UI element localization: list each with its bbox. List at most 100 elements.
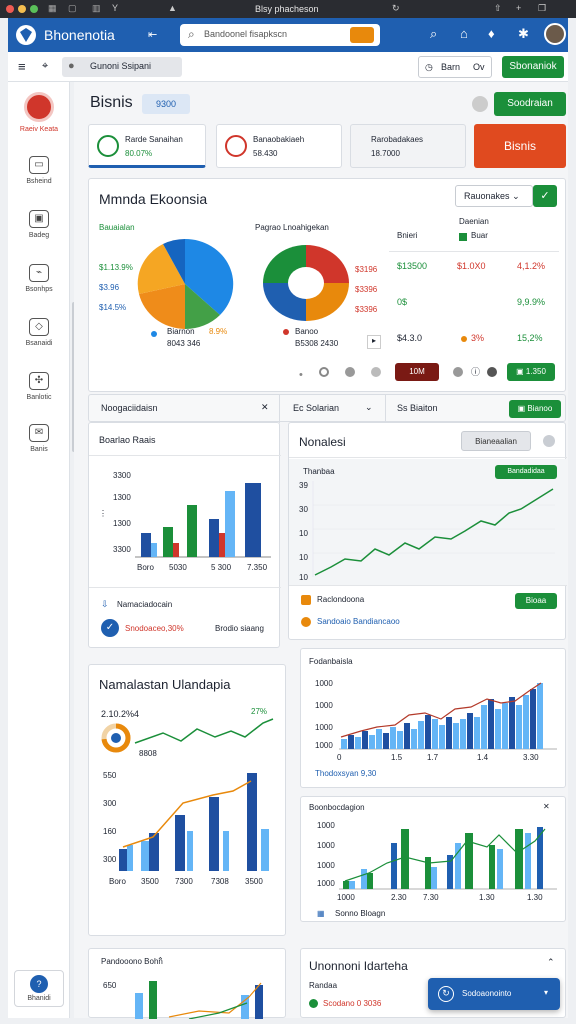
avatar[interactable] <box>544 23 566 45</box>
legend-dot <box>283 329 289 335</box>
search-input[interactable]: Bandoonel fisapkscn <box>204 29 287 39</box>
table-cell: 9,9.9% <box>517 297 546 307</box>
close-icon[interactable]: ✕ <box>543 802 550 811</box>
settings-icon[interactable]: ✱ <box>518 26 529 42</box>
chevron-down-icon[interactable]: ⌄ <box>365 402 373 413</box>
sidebar-item-home[interactable]: Raeiv Keata <box>14 92 64 133</box>
info-icon[interactable] <box>543 435 555 447</box>
home-badge-icon <box>24 92 54 122</box>
share-icon[interactable]: ⇧ <box>494 3 502 14</box>
puzzle-icon: ✣ <box>29 372 49 390</box>
pie2-value: $3196 <box>355 265 378 274</box>
home-icon[interactable]: ⌂ <box>460 26 468 41</box>
table-col-header: Bnieri <box>397 231 418 240</box>
sidebar-item-network[interactable]: ✣ Banlotic <box>14 372 64 401</box>
bar <box>245 483 261 557</box>
app-menu-icon[interactable]: Y <box>112 3 118 13</box>
header-action-button[interactable]: Soodraian <box>494 92 566 116</box>
kpi-card[interactable]: Rarde Sanaihan 80.07% <box>88 124 206 168</box>
sidebar-bottom-button[interactable]: ? Bhanidi <box>14 970 64 1007</box>
app-name: Bhonenotia <box>44 27 115 43</box>
chevron-up-icon[interactable]: ⌃ <box>157 956 164 965</box>
area-chart-card: Fodanbaisla 1000 1000 1000 1000 0 1.5 1.… <box>300 648 566 788</box>
back-arrow-icon[interactable]: ⇤ <box>148 28 157 41</box>
workspace-dropdown[interactable]: ● Gunoni Ssipani <box>62 57 182 77</box>
kpi-highlight-card[interactable]: Bisnis <box>474 124 566 168</box>
area-bar-chart <box>339 682 557 750</box>
square-icon[interactable]: ▢ <box>68 3 77 14</box>
main-content: Bisnis 9300 Soodraian Rarde Sanaihan 80.… <box>74 82 568 1019</box>
workspace-label: Gunoni Ssipani <box>90 61 152 71</box>
refresh-icon: ↻ <box>438 986 454 1002</box>
new-tab-icon[interactable]: + <box>516 3 521 13</box>
info-icon[interactable]: ⓘ <box>471 365 480 378</box>
search-icon[interactable]: ⌕ <box>430 26 437 42</box>
grid-icon[interactable]: ▦ <box>48 3 57 14</box>
page-badge: 9300 <box>142 94 190 114</box>
kpi-card[interactable]: Banaobakiaeh 58.430 <box>216 124 342 168</box>
bar-chart-card: Boarlao Raais 3300 1300 1300 3300 ⋮ Boro… <box>88 422 281 648</box>
reload-icon[interactable]: ↻ <box>392 3 400 14</box>
carousel-dot[interactable] <box>371 367 381 377</box>
window-title: Blsy phacheson <box>255 4 319 14</box>
chat-icon: ▭ <box>29 156 49 174</box>
toggle-dot[interactable] <box>453 367 463 377</box>
pie1-value: $1.13.9% <box>99 263 133 272</box>
sidebar-item-security[interactable]: ◇ Bsanaidi <box>14 318 64 347</box>
section-tab[interactable]: Ec Solarian <box>293 403 339 413</box>
expand-icon[interactable]: ▸ <box>367 335 381 349</box>
table-cell: $4.3.0 <box>397 333 423 343</box>
search-bar[interactable]: ⌕ Bandoonel fisapkscn <box>180 24 380 46</box>
combo-chart-card: Boonbocdagion ✕ 1000 1000 1000 1000 1000… <box>300 796 566 922</box>
notifications-icon[interactable]: ♦ <box>488 26 495 41</box>
section-action-button[interactable]: ▣ Bianoo <box>509 400 561 418</box>
table-action-button[interactable]: ▣ 1.350 <box>507 363 555 381</box>
close-window-icon[interactable] <box>6 5 14 13</box>
sidebar-item-analytics[interactable]: ⌁ Bsonhps <box>14 264 64 293</box>
chevron-down-icon: ⌄ <box>512 191 520 201</box>
table-cell: 4,1.2% <box>517 261 546 271</box>
carousel-dot[interactable]: • <box>299 369 303 381</box>
primary-action-button[interactable]: Sbonaniok <box>502 56 564 78</box>
combo-card-title: Boonbocdagion <box>309 803 365 812</box>
section-tab[interactable]: Noogaciidaisn <box>101 403 158 413</box>
area-card-footer: Thodoxsyan 9,30 <box>315 769 377 778</box>
trend-card: Namalastan Ulandapia 2.10.2%4 27% 8808 5… <box>88 664 286 936</box>
maximize-window-icon[interactable] <box>30 5 38 13</box>
kpi-card[interactable]: Rarobadakaes 18.7000 <box>350 124 466 168</box>
line-card-button[interactable]: Bianeaalian <box>461 431 531 451</box>
bar <box>151 543 157 557</box>
tabs-icon[interactable]: ❐ <box>538 3 546 14</box>
overview-select[interactable]: Rauonakes ⌄ <box>455 185 533 207</box>
section-tab[interactable]: Ss Biaiton <box>397 403 438 413</box>
info-icon[interactable] <box>472 96 488 112</box>
close-icon[interactable]: ✕ <box>261 402 269 413</box>
line-chart-card: Nonalesi Bianeaalian Thanbaa Bandadidaa … <box>288 422 567 640</box>
sidebar-item-budget[interactable]: ▣ Badeg <box>14 210 64 239</box>
confirm-button[interactable]: ✓ <box>533 185 557 207</box>
pin-icon[interactable]: ⌖ <box>42 60 48 73</box>
shield-icon: ◇ <box>29 318 49 336</box>
overview-title: Mmnda Ekoonsia <box>99 191 208 207</box>
line-series <box>314 488 554 576</box>
floating-action-button[interactable]: ↻ Sodoaonointo ▾ <box>428 978 560 1010</box>
footer-right-title: Unonnoni Idarteha <box>309 959 408 973</box>
table-badge[interactable]: 10M <box>395 363 439 381</box>
sidebar: Raeiv Keata ▭ Bsheind ▣ Badeg ⌁ Bsonhps ◇ Bs… <box>8 82 76 1018</box>
carousel-dot[interactable] <box>345 367 355 377</box>
search-icon: ⌕ <box>188 27 195 41</box>
minimize-window-icon[interactable] <box>18 5 26 13</box>
search-submit-button[interactable] <box>350 27 374 43</box>
status-dot <box>301 617 311 627</box>
sidebar-toggle-icon[interactable]: ▥ <box>92 3 101 14</box>
filter-select[interactable]: ◷ Barn Ov <box>418 56 492 78</box>
menu-icon[interactable]: ≡ <box>18 59 26 74</box>
sidebar-item-business[interactable]: ✉ Banis <box>14 424 64 453</box>
sidebar-item-reports[interactable]: ▭ Bsheind <box>14 156 64 185</box>
chevron-up-icon[interactable]: ⌃ <box>547 957 555 968</box>
toggle-dot[interactable] <box>487 367 497 377</box>
line-card-action-button[interactable]: Bioaa <box>515 593 557 609</box>
download-icon[interactable]: ⇩ <box>101 599 109 610</box>
carousel-dot[interactable] <box>319 367 329 377</box>
line-card-badge[interactable]: Bandadidaa <box>495 465 557 479</box>
